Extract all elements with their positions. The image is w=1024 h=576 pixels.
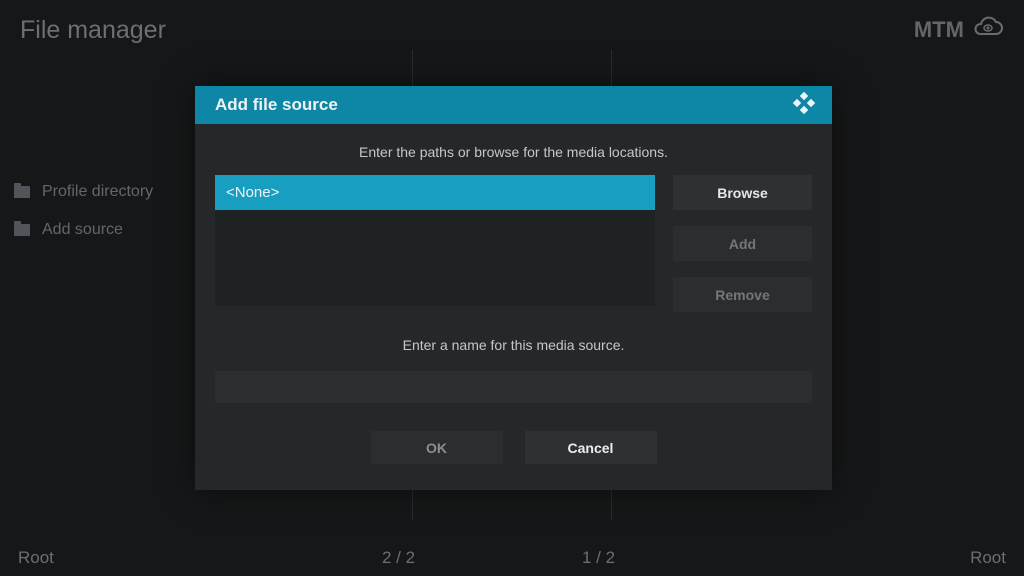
- instruction-name: Enter a name for this media source.: [215, 337, 812, 353]
- ok-button[interactable]: OK: [371, 431, 503, 464]
- mtm-label: MTM: [914, 17, 964, 43]
- cloud-icon: [972, 12, 1004, 49]
- folder-icon: [14, 186, 30, 198]
- dialog-title: Add file source: [215, 95, 338, 115]
- sidebar-item-label: Add source: [42, 221, 123, 239]
- browse-button[interactable]: Browse: [673, 175, 812, 210]
- cancel-button[interactable]: Cancel: [525, 431, 657, 464]
- instruction-paths: Enter the paths or browse for the media …: [215, 144, 812, 160]
- path-list[interactable]: <None>: [215, 175, 655, 306]
- footer-left-label: Root: [18, 548, 54, 568]
- kodi-logo-icon: [792, 91, 816, 120]
- path-entry-selected[interactable]: <None>: [215, 175, 655, 210]
- page-title: File manager: [20, 16, 166, 45]
- sidebar-item-add-source[interactable]: Add source: [14, 221, 153, 239]
- dialog-header: Add file source: [195, 86, 832, 124]
- remove-button[interactable]: Remove: [673, 277, 812, 312]
- source-name-input[interactable]: [215, 371, 812, 403]
- add-button[interactable]: Add: [673, 226, 812, 261]
- sidebar-item-label: Profile directory: [42, 183, 153, 201]
- footer-right-label: Root: [970, 548, 1006, 568]
- folder-icon: [14, 224, 30, 236]
- footer-count-left: 2 / 2: [382, 548, 415, 568]
- footer-count-right: 1 / 2: [582, 548, 615, 568]
- add-file-source-dialog: Add file source Enter the paths or brows…: [195, 86, 832, 490]
- sidebar-item-profile-directory[interactable]: Profile directory: [14, 183, 153, 201]
